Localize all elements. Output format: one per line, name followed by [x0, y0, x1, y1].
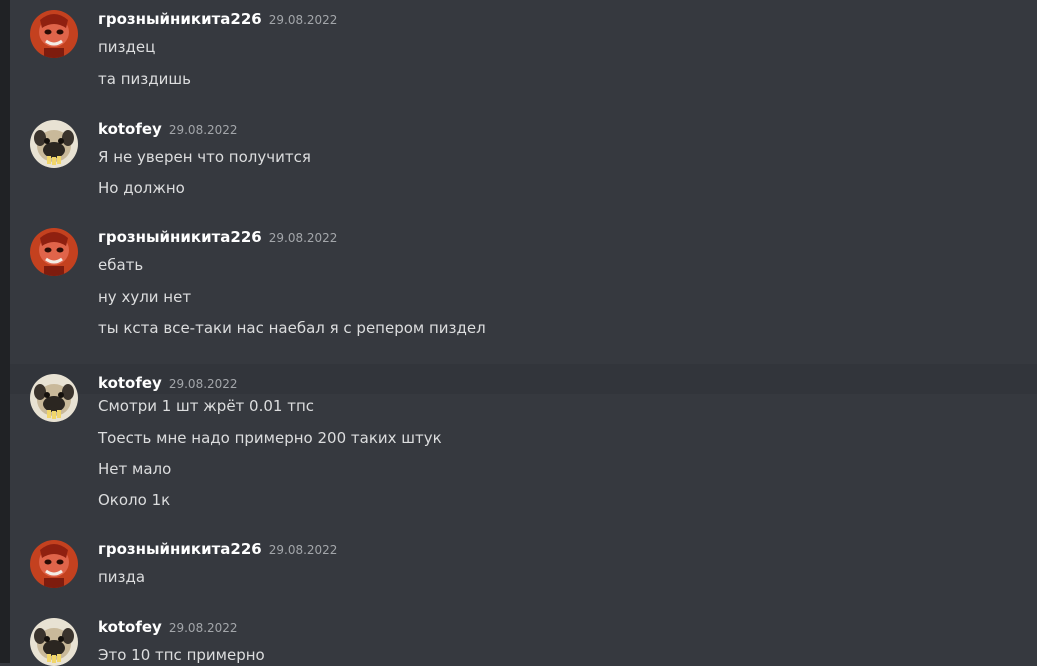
message-text: Около 1к [98, 491, 171, 509]
timestamp: 29.08.2022 [268, 231, 338, 245]
chat-messages: грозныйникита226 29.08.2022 пиздец та пиз… [10, 0, 1037, 666]
message-group: грозныйникита226 29.08.2022 ебать ну хули… [10, 218, 1037, 364]
timestamp: 29.08.2022 [268, 543, 338, 557]
pug-avatar[interactable] [30, 618, 78, 666]
username[interactable]: грозныйникита226 [98, 228, 262, 246]
message-text: Но должно [98, 179, 185, 197]
channel-sidebar-edge [0, 0, 10, 663]
red-character-avatar[interactable] [30, 540, 78, 588]
message-header: kotofey 29.08.2022 [98, 118, 238, 141]
pug-avatar[interactable] [30, 120, 78, 168]
red-character-avatar[interactable] [30, 228, 78, 276]
message-text: ну хули нет [98, 288, 192, 306]
username[interactable]: kotofey [98, 120, 162, 138]
red-character-avatar[interactable] [30, 10, 78, 58]
message-header: грозныйникита226 29.08.2022 [98, 226, 337, 249]
message-group: kotofey 29.08.2022 Это 10 тпс примерно [10, 608, 1037, 666]
message-text: та пиздишь [98, 70, 191, 88]
username[interactable]: грозныйникита226 [98, 540, 262, 558]
message-header: kotofey 29.08.2022 [98, 372, 238, 395]
pug-avatar[interactable] [30, 374, 78, 422]
username[interactable]: kotofey [98, 618, 162, 636]
message-header: грозныйникита226 29.08.2022 [98, 8, 337, 31]
message-text: ты кста все-таки нас наебал я с репером … [98, 319, 486, 337]
message-header: грозныйникита226 29.08.2022 [98, 538, 337, 561]
timestamp: 29.08.2022 [268, 13, 338, 27]
timestamp: 29.08.2022 [168, 123, 238, 137]
message-text: ебать [98, 256, 144, 274]
message-group: грозныйникита226 29.08.2022 пиздец та пиз… [10, 0, 1037, 110]
message-group: грозныйникита226 29.08.2022 пизда [10, 530, 1037, 616]
message-text: Нет мало [98, 460, 172, 478]
message-text: пиздец [98, 38, 156, 56]
username[interactable]: грозныйникита226 [98, 10, 262, 28]
message-group: kotofey 29.08.2022 Смотри 1 шт жрёт 0.01 … [10, 364, 1037, 530]
username[interactable]: kotofey [98, 374, 162, 392]
message-text: пизда [98, 568, 146, 586]
message-text: Тоесть мне надо примерно 200 таких штук [98, 429, 442, 447]
timestamp: 29.08.2022 [168, 621, 238, 635]
message-header: kotofey 29.08.2022 [98, 616, 238, 639]
timestamp: 29.08.2022 [168, 377, 238, 391]
message-text: Я не уверен что получится [98, 148, 311, 166]
message-text: Смотри 1 шт жрёт 0.01 тпс [98, 397, 315, 415]
message-group: kotofey 29.08.2022 Я не уверен что получи… [10, 110, 1037, 218]
